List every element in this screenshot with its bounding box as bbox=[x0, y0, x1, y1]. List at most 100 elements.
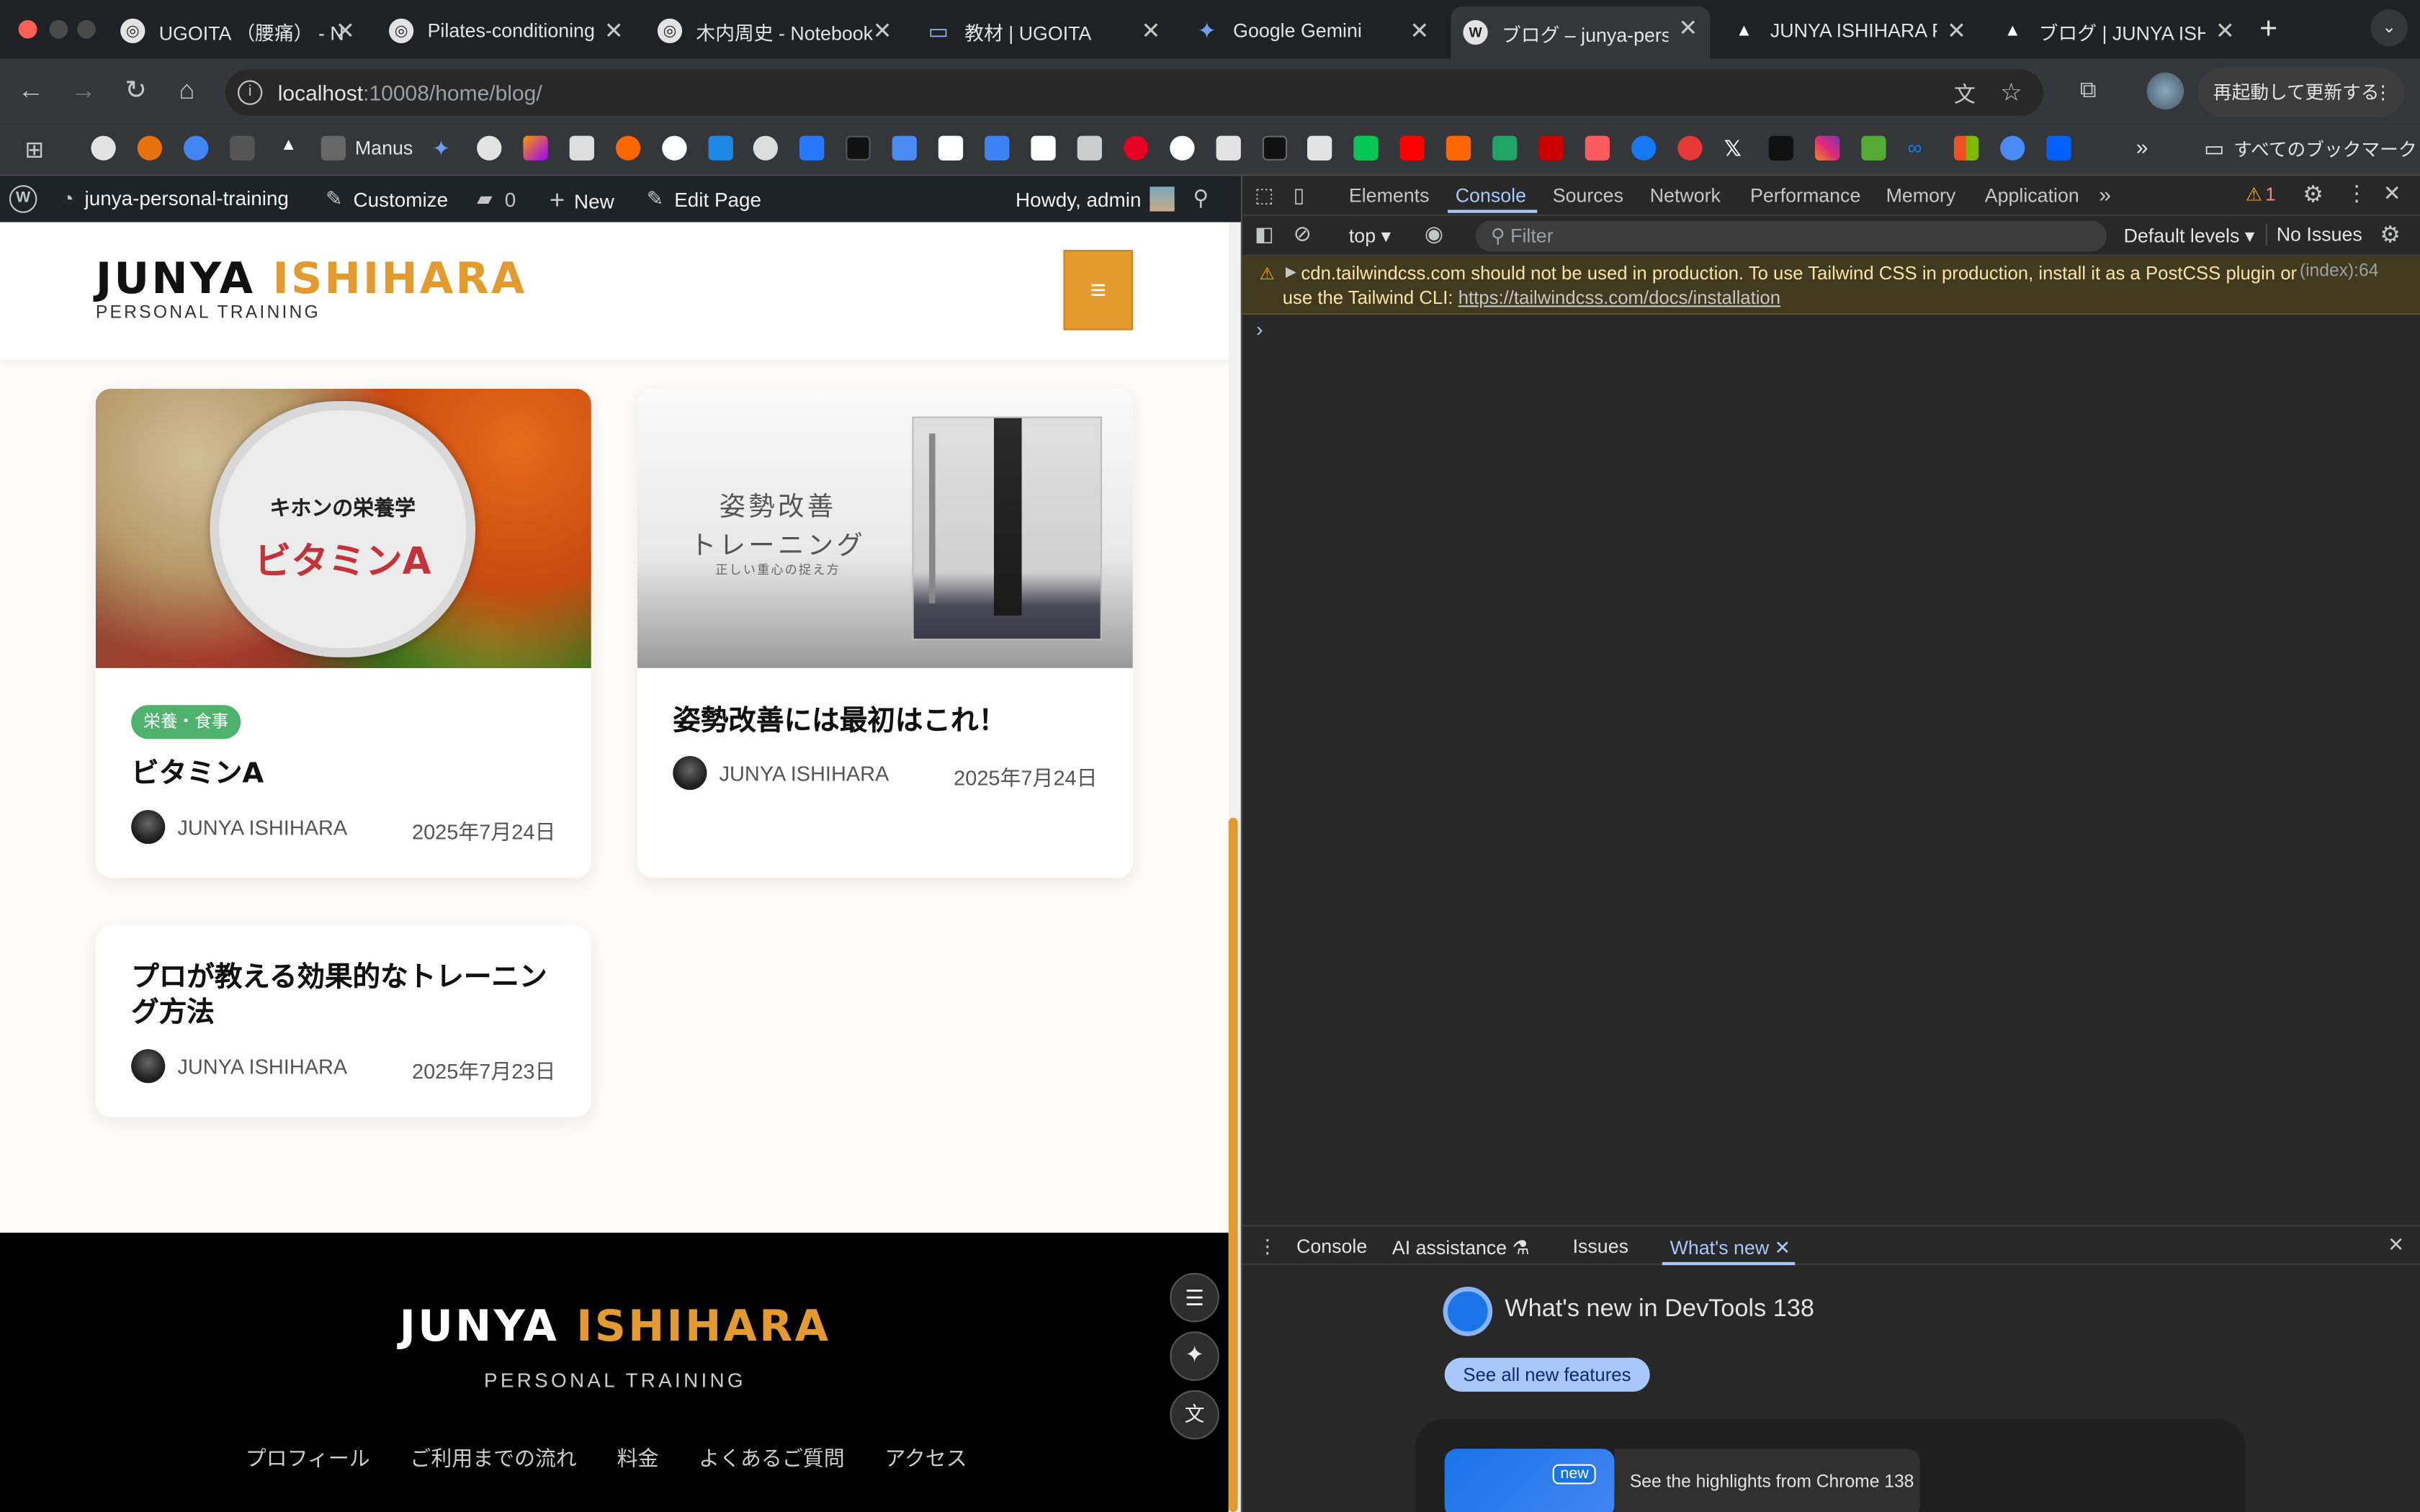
sidebar-toggle-icon[interactable]: ◧ bbox=[1255, 222, 1273, 247]
bookmark-icon[interactable] bbox=[1307, 135, 1332, 161]
bookmark-icon[interactable] bbox=[708, 135, 733, 161]
back-arrow-icon[interactable]: ← bbox=[14, 76, 48, 107]
more-bookmarks-chevron-icon[interactable]: » bbox=[2136, 134, 2148, 158]
bookmark-icon[interactable] bbox=[846, 135, 871, 161]
drawer-menu-icon[interactable]: ⋮ bbox=[1258, 1234, 1277, 1257]
all-bookmarks-folder[interactable]: ▭ すべてのブックマーク bbox=[2204, 136, 2417, 162]
apps-grid-icon[interactable]: ⊞ bbox=[24, 136, 44, 163]
hamburger-menu-button[interactable]: ≡ bbox=[1063, 250, 1133, 330]
bookmark-icon[interactable] bbox=[569, 135, 594, 161]
ai-sparkle-icon[interactable]: ✦ bbox=[1170, 1331, 1219, 1381]
footer-link-flow[interactable]: ご利用までの流れ bbox=[410, 1441, 576, 1472]
devtools-tab-console[interactable]: Console bbox=[1456, 185, 1526, 207]
edit-page-link[interactable]: ✎ Edit Page bbox=[647, 186, 761, 211]
bookmark-icon[interactable] bbox=[1585, 135, 1610, 161]
warning-counter[interactable]: ⚠ 1 bbox=[2246, 184, 2276, 205]
post-card[interactable]: プロが教える効果的なトレーニング方法 JUNYA ISHIHARA 2025年7… bbox=[95, 925, 591, 1117]
drawer-tab-whats-new[interactable]: What's new ✕ bbox=[1670, 1236, 1791, 1259]
site-name-link[interactable]: ◔ junya-personal-training bbox=[62, 186, 289, 210]
more-tabs-chevron-icon[interactable]: » bbox=[2099, 182, 2111, 207]
log-levels-dropdown[interactable]: Default levels ▾ bbox=[2124, 224, 2255, 247]
bookmark-icon[interactable] bbox=[1216, 135, 1241, 161]
bookmark-icon[interactable] bbox=[1077, 135, 1102, 161]
post-thumbnail[interactable]: 姿勢改善 トレーニング 正しい重心の捉え方 bbox=[637, 389, 1133, 668]
youtube-bookmark-icon[interactable] bbox=[1399, 135, 1425, 161]
triangle-bookmark-icon[interactable]: ▲ bbox=[277, 136, 301, 161]
footer-link-price[interactable]: 料金 bbox=[617, 1441, 659, 1472]
forward-arrow-icon[interactable]: → bbox=[66, 76, 100, 107]
maximize-window-button[interactable] bbox=[77, 19, 96, 39]
line-bookmark-icon[interactable] bbox=[1353, 135, 1379, 161]
highlights-thumbnail[interactable]: new bbox=[1444, 1449, 1615, 1512]
bookmark-icon[interactable] bbox=[985, 135, 1010, 161]
close-tab-icon[interactable]: ✕ bbox=[873, 17, 892, 45]
close-tab-icon[interactable]: ✕ bbox=[604, 17, 624, 45]
device-toolbar-icon[interactable]: ▯ bbox=[1294, 184, 1304, 208]
howdy-menu[interactable]: Howdy, admin bbox=[1016, 186, 1175, 212]
facebook-bookmark-icon[interactable] bbox=[1631, 135, 1657, 161]
close-tab-icon[interactable]: ✕ bbox=[2215, 17, 2235, 45]
browser-tab[interactable]: ▲ブログ | JUNYA ISHIH✕ bbox=[2000, 9, 2247, 53]
clear-console-icon[interactable]: ⊘ bbox=[1294, 220, 1312, 246]
page-scrollbar-thumb[interactable] bbox=[1228, 817, 1238, 1512]
firefox-bookmark-icon[interactable] bbox=[137, 135, 162, 161]
sheets-bookmark-icon[interactable] bbox=[1492, 135, 1518, 161]
browser-tab[interactable]: ▲JUNYA ISHIHARA PE✕ bbox=[1731, 9, 1978, 53]
footer-logo[interactable]: JUNYA ISHIHARA bbox=[0, 1300, 1230, 1351]
console-prompt-chevron-icon[interactable]: › bbox=[1256, 318, 1263, 341]
wordpress-logo-icon[interactable]: W bbox=[9, 185, 37, 213]
relaunch-button[interactable]: 再起動して更新する ⋮ bbox=[2197, 68, 2405, 117]
post-thumbnail[interactable]: キホンの栄養学 ビタミンA bbox=[95, 389, 591, 668]
console-filter-input[interactable]: ⚲ Filter bbox=[1475, 220, 2107, 252]
console-settings-gear-icon[interactable]: ⚙ bbox=[2380, 220, 2401, 248]
browser-tab[interactable]: ▭ 教材 | UGOITA ✕ bbox=[926, 9, 1173, 53]
devtools-tab-application[interactable]: Application bbox=[1985, 185, 2079, 207]
pinterest-bookmark-icon[interactable] bbox=[1124, 135, 1149, 161]
tab-search-chevron-icon[interactable]: ⌄ bbox=[2370, 9, 2408, 47]
close-tab-icon[interactable]: ✕ bbox=[1141, 17, 1160, 45]
dropbox-bookmark-icon[interactable] bbox=[2046, 135, 2071, 161]
devtools-tab-memory[interactable]: Memory bbox=[1886, 185, 1956, 207]
bookmark-icon[interactable] bbox=[1031, 135, 1056, 161]
see-all-features-button[interactable]: See all new features bbox=[1444, 1357, 1650, 1392]
minimize-window-button[interactable] bbox=[49, 19, 68, 39]
issues-counter[interactable]: No Issues bbox=[2265, 223, 2362, 246]
google-bookmark-icon[interactable] bbox=[662, 135, 687, 161]
footer-link-faq[interactable]: よくあるご質問 bbox=[699, 1441, 844, 1472]
openai-bookmark-icon[interactable] bbox=[91, 135, 116, 161]
x-bookmark-icon[interactable]: 𝕏 bbox=[1724, 136, 1749, 161]
bookmark-icon[interactable] bbox=[1262, 135, 1288, 161]
new-content-link[interactable]: + New bbox=[550, 185, 614, 216]
browser-tab[interactable]: ✦ Google Gemini ✕ bbox=[1195, 9, 1442, 53]
extensions-icon[interactable]: ⧉ bbox=[2071, 76, 2105, 107]
bookmark-icon[interactable] bbox=[1861, 135, 1886, 161]
devtools-tab-performance[interactable]: Performance bbox=[1750, 185, 1860, 207]
profile-avatar[interactable] bbox=[2146, 72, 2184, 110]
drawer-tab-ai-assistance[interactable]: AI assistance ⚗ bbox=[1392, 1236, 1530, 1259]
close-window-button[interactable] bbox=[18, 19, 37, 39]
settings-gear-icon[interactable]: ⚙ bbox=[2303, 181, 2323, 208]
bookmark-icon[interactable] bbox=[1446, 135, 1471, 161]
drawer-tab-console[interactable]: Console bbox=[1296, 1236, 1367, 1257]
google-bookmark-icon[interactable] bbox=[1170, 135, 1195, 161]
post-title[interactable]: ビタミンA bbox=[131, 756, 264, 791]
close-tab-icon[interactable]: ✕ bbox=[1947, 17, 1966, 45]
devtools-tab-elements[interactable]: Elements bbox=[1349, 185, 1430, 207]
instagram-bookmark-icon[interactable] bbox=[1815, 135, 1840, 161]
post-title[interactable]: プロが教える効果的なトレーニング方法 bbox=[131, 960, 563, 1031]
highlights-link[interactable]: See the highlights from Chrome 138 bbox=[1614, 1449, 1920, 1512]
context-selector[interactable]: top ▾ bbox=[1349, 224, 1391, 247]
inspect-element-icon[interactable]: ⬚ bbox=[1255, 184, 1273, 208]
bookmark-icon[interactable] bbox=[1538, 135, 1564, 161]
bookmark-icon[interactable] bbox=[230, 135, 255, 161]
bookmark-icon[interactable] bbox=[753, 135, 778, 161]
translate-icon[interactable]: 文 bbox=[1954, 78, 1976, 109]
calendar-bookmark-icon[interactable] bbox=[892, 135, 917, 161]
bookmark-icon[interactable] bbox=[616, 135, 641, 161]
browser-tab-active[interactable]: W ブログ – junya-perso ✕ bbox=[1451, 6, 1711, 59]
close-devtools-icon[interactable]: ✕ bbox=[2383, 181, 2401, 207]
address-bar[interactable]: i localhost:10008/home/blog/ 文 ☆ bbox=[225, 69, 2044, 116]
q-bookmark-icon[interactable] bbox=[183, 135, 209, 161]
category-badge[interactable]: 栄養・食事 bbox=[131, 705, 241, 739]
search-icon[interactable]: ⚲ bbox=[1193, 185, 1209, 211]
